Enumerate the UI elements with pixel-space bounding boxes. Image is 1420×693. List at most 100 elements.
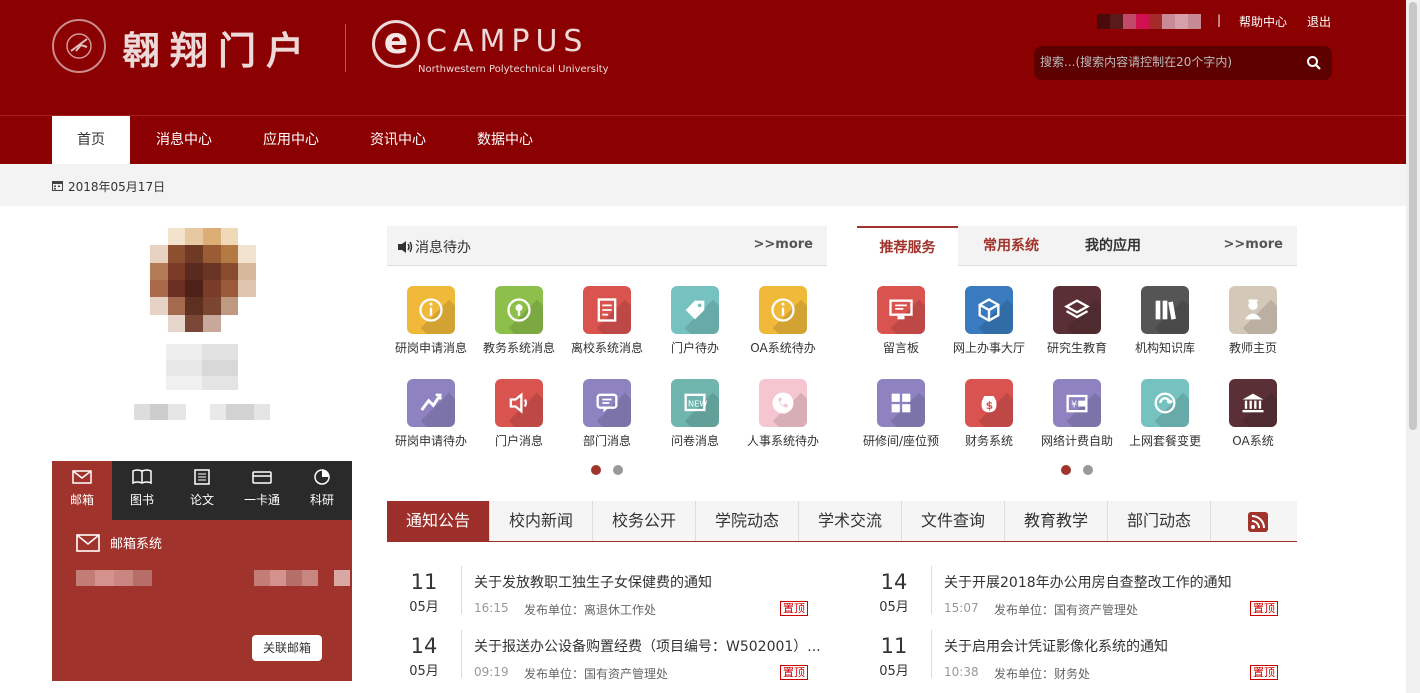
- messages-more-link[interactable]: >>more: [754, 237, 814, 252]
- mosaic-cell: [318, 570, 334, 586]
- service-app-10[interactable]: OA系统: [1215, 379, 1291, 449]
- services-carousel-dot-2[interactable]: [1083, 465, 1093, 475]
- services-more-link[interactable]: >>more: [1224, 237, 1284, 252]
- message-app-8[interactable]: 部门消息: [569, 379, 645, 449]
- news-item[interactable]: 11 05月 关于启用会计凭证影像化系统的通知 10:38 发布单位：财务处 置顶: [857, 630, 1287, 686]
- tab-recommended-services[interactable]: 推荐服务: [857, 226, 958, 267]
- service-app-4[interactable]: 机构知识库: [1127, 286, 1203, 356]
- message-app-5[interactable]: OA系统待办: [745, 286, 821, 356]
- mosaic-cell: [95, 570, 114, 586]
- messages-title-wrap: 消息待办: [397, 237, 471, 257]
- tab-department-news[interactable]: 部门动态: [1108, 501, 1211, 541]
- tab-document-search[interactable]: 文件查询: [902, 501, 1005, 541]
- news-day: 14: [410, 634, 438, 658]
- avatar: [150, 228, 256, 332]
- news-title[interactable]: 关于开展2018年办公用房自查整改工作的通知: [944, 572, 1314, 592]
- news-divider: [461, 566, 462, 614]
- rss-glyph: [1251, 515, 1265, 529]
- tab-school-affairs[interactable]: 校务公开: [593, 501, 696, 541]
- tab-mail-label: 邮箱: [69, 493, 94, 507]
- app-label: 网上办事大厅: [952, 341, 1025, 355]
- service-app-8[interactable]: ¥ 网络计费自助: [1039, 379, 1115, 449]
- tab-books[interactable]: 图书: [112, 461, 172, 520]
- app-label: 上网套餐变更: [1128, 434, 1201, 448]
- news-item[interactable]: 11 05月 关于发放教职工独生子女保健费的通知 16:15 发布单位：离退休工作处 置顶: [387, 566, 817, 622]
- message-app-9[interactable]: NEW 问卷消息: [657, 379, 733, 449]
- tab-research[interactable]: 科研: [292, 461, 352, 520]
- mosaic-cell: [166, 344, 202, 360]
- info-icon: [419, 298, 443, 322]
- message-app-10[interactable]: 人事系统待办: [745, 379, 821, 449]
- rss-icon[interactable]: [1248, 512, 1268, 532]
- message-app-3[interactable]: 离校系统消息: [569, 286, 645, 356]
- mail-system-title: 邮箱系统: [76, 533, 162, 552]
- app-label: 离校系统消息: [570, 341, 643, 355]
- news-title[interactable]: 关于报送办公设备购置经费（项目编号：W502001）...: [474, 636, 844, 656]
- messages-carousel-dot-1[interactable]: [591, 465, 601, 475]
- header: 翱翔门户 e CAMPUS Northwestern Polytechnical…: [0, 0, 1406, 115]
- service-app-2[interactable]: 网上办事大厅: [951, 286, 1027, 356]
- nav-data-center[interactable]: 数据中心: [464, 116, 546, 165]
- news-item[interactable]: 14 05月 关于报送办公设备购置经费（项目编号：W502001）... 09:19 发…: [387, 630, 821, 686]
- tab-campus-card[interactable]: 一卡通: [232, 461, 292, 520]
- message-app-2[interactable]: 教务系统消息: [481, 286, 557, 356]
- avatar-pixel: [167, 228, 186, 246]
- message-app-4[interactable]: 门户待办: [657, 286, 733, 356]
- tab-campus-news[interactable]: 校内新闻: [490, 501, 593, 541]
- service-app-6[interactable]: 研修间/座位预: [863, 379, 939, 449]
- monitor-icon: [889, 299, 913, 320]
- nav-info-center[interactable]: 资讯中心: [357, 116, 439, 165]
- service-app-3[interactable]: 研究生教育: [1039, 286, 1115, 356]
- svg-text:¥: ¥: [1071, 400, 1077, 411]
- mosaic-cell: [76, 570, 95, 586]
- ecampus-logo-icon: e: [372, 20, 420, 68]
- tab-academic-exchange[interactable]: 学术交流: [799, 501, 902, 541]
- avatar-pixel: [202, 280, 221, 298]
- tab-campus-card-label: 一卡通: [243, 493, 280, 507]
- news-publisher: 发布单位：国有资产管理处: [994, 603, 1139, 617]
- app-label: 部门消息: [582, 434, 631, 448]
- pinned-badge: 置顶: [780, 601, 808, 616]
- tab-common-systems[interactable]: 常用系统: [967, 226, 1055, 266]
- tab-college-news[interactable]: 学院动态: [696, 501, 799, 541]
- search-icon[interactable]: [1306, 55, 1322, 71]
- tab-my-apps[interactable]: 我的应用: [1067, 226, 1159, 266]
- link-mailbox-button[interactable]: 关联邮箱: [252, 635, 322, 661]
- messages-carousel-dot-2[interactable]: [613, 465, 623, 475]
- page-scrollbar[interactable]: [1406, 0, 1420, 693]
- help-center-link[interactable]: 帮助中心: [1239, 13, 1287, 30]
- service-app-1[interactable]: 留言板: [863, 286, 939, 356]
- nav-home[interactable]: 首页: [52, 116, 130, 165]
- service-app-5[interactable]: 教师主页: [1215, 286, 1291, 356]
- search-input[interactable]: [1040, 55, 1290, 69]
- news-divider: [461, 630, 462, 678]
- messages-title: 消息待办: [415, 240, 471, 256]
- tab-papers[interactable]: 论文: [172, 461, 232, 520]
- mosaic-cell: [166, 376, 202, 390]
- message-app-7[interactable]: 门户消息: [481, 379, 557, 449]
- app-tile: [1229, 286, 1277, 334]
- avatar-pixel: [238, 314, 256, 332]
- mosaic-cell: [270, 570, 286, 586]
- mosaic-cell: [133, 570, 152, 586]
- message-app-1[interactable]: 研岗申请消息: [393, 286, 469, 356]
- news-item[interactable]: 14 05月 关于开展2018年办公用房自查整改工作的通知 15:07 发布单位：国有资…: [857, 566, 1287, 622]
- logout-link[interactable]: 退出: [1307, 13, 1331, 30]
- mail-count-mosaic: [254, 570, 350, 586]
- bank-icon: [1242, 393, 1264, 413]
- news-title[interactable]: 关于发放教职工独生子女保健费的通知: [474, 572, 844, 592]
- brand-subtitle: Northwestern Polytechnical University: [418, 64, 609, 75]
- message-app-6[interactable]: 研岗申请待办: [393, 379, 469, 449]
- tab-education[interactable]: 教育教学: [1005, 501, 1108, 541]
- tab-mail[interactable]: 邮箱: [52, 461, 112, 520]
- nav-app-center[interactable]: 应用中心: [250, 116, 332, 165]
- tab-notices[interactable]: 通知公告: [387, 501, 490, 541]
- nav-message-center[interactable]: 消息中心: [143, 116, 225, 165]
- scrollbar-thumb[interactable]: [1409, 2, 1417, 430]
- mosaic-cell: [302, 570, 318, 586]
- services-carousel-dot-1[interactable]: [1061, 465, 1071, 475]
- mosaic-cell: [1175, 14, 1188, 29]
- service-app-7[interactable]: $ 财务系统: [951, 379, 1027, 449]
- news-title[interactable]: 关于启用会计凭证影像化系统的通知: [944, 636, 1314, 656]
- service-app-9[interactable]: 上网套餐变更: [1127, 379, 1203, 449]
